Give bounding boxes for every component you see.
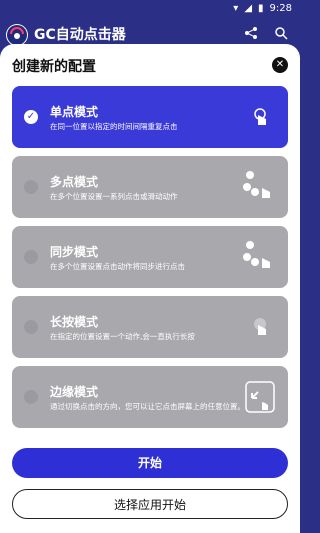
mode-name: 长按模式 [50, 315, 99, 329]
battery-icon: ▮ [258, 3, 264, 14]
single-tap-icon [242, 100, 276, 134]
check-icon: ✓ [24, 110, 38, 124]
mode-name: 多点模式 [50, 175, 99, 189]
start-button[interactable]: 开始 [12, 448, 288, 478]
mode-card-multi[interactable]: 多点模式 在多个位置设置一系列点击或滑动动作 [12, 156, 288, 218]
long-press-icon [242, 310, 276, 344]
radio-icon [24, 390, 38, 404]
mode-description: 通过切换点击的方向，您可以让它点击屏幕上的任意位置。 [50, 402, 245, 411]
mode-name: 单点模式 [50, 105, 99, 119]
mode-description: 在多个位置设置点击动作将同步进行点击 [50, 262, 185, 271]
mode-card-single[interactable]: ✓ 单点模式 在同一位置以指定的时间间隔重复点击 [12, 86, 288, 148]
close-icon[interactable]: ✕ [272, 57, 288, 73]
create-config-sheet: 创建新的配置 ✕ ✓ 单点模式 在同一位置以指定的时间间隔重复点击 多点模式 在… [0, 44, 300, 533]
mode-description: 在指定的位置设置一个动作,会一直执行长按 [50, 332, 195, 341]
mode-description: 在多个位置设置一系列点击或滑动动作 [50, 192, 178, 201]
radio-icon [24, 320, 38, 334]
mode-card-edge[interactable]: 边缘模式 通过切换点击的方向，您可以让它点击屏幕上的任意位置。 [12, 366, 288, 428]
mode-description: 在同一位置以指定的时间间隔重复点击 [50, 122, 178, 131]
radio-icon [24, 250, 38, 264]
app-logo-icon [6, 24, 28, 46]
wifi-icon: ▾ [233, 3, 239, 14]
signal-icon: ◢ [244, 3, 253, 14]
radio-icon [24, 180, 38, 194]
search-icon[interactable] [274, 26, 288, 40]
status-bar: ▾ ◢ ▮ 9:28 [0, 0, 300, 18]
sync-tap-icon [242, 240, 276, 274]
mode-card-sync[interactable]: 同步模式 在多个位置设置点击动作将同步进行点击 [12, 226, 288, 288]
edge-tap-icon [242, 380, 276, 414]
app-title: GC自动点击器 [34, 27, 126, 43]
status-time: 9:28 [269, 3, 292, 14]
status-icons: ▾ ◢ ▮ 9:28 [233, 3, 292, 14]
choose-app-start-button[interactable]: 选择应用开始 [12, 489, 288, 519]
mode-card-long-press[interactable]: 长按模式 在指定的位置设置一个动作,会一直执行长按 [12, 296, 288, 358]
multi-tap-icon [242, 170, 276, 204]
share-icon[interactable] [244, 26, 258, 40]
mode-name: 同步模式 [50, 245, 99, 259]
mode-name: 边缘模式 [50, 385, 99, 399]
sheet-title: 创建新的配置 [12, 59, 96, 75]
